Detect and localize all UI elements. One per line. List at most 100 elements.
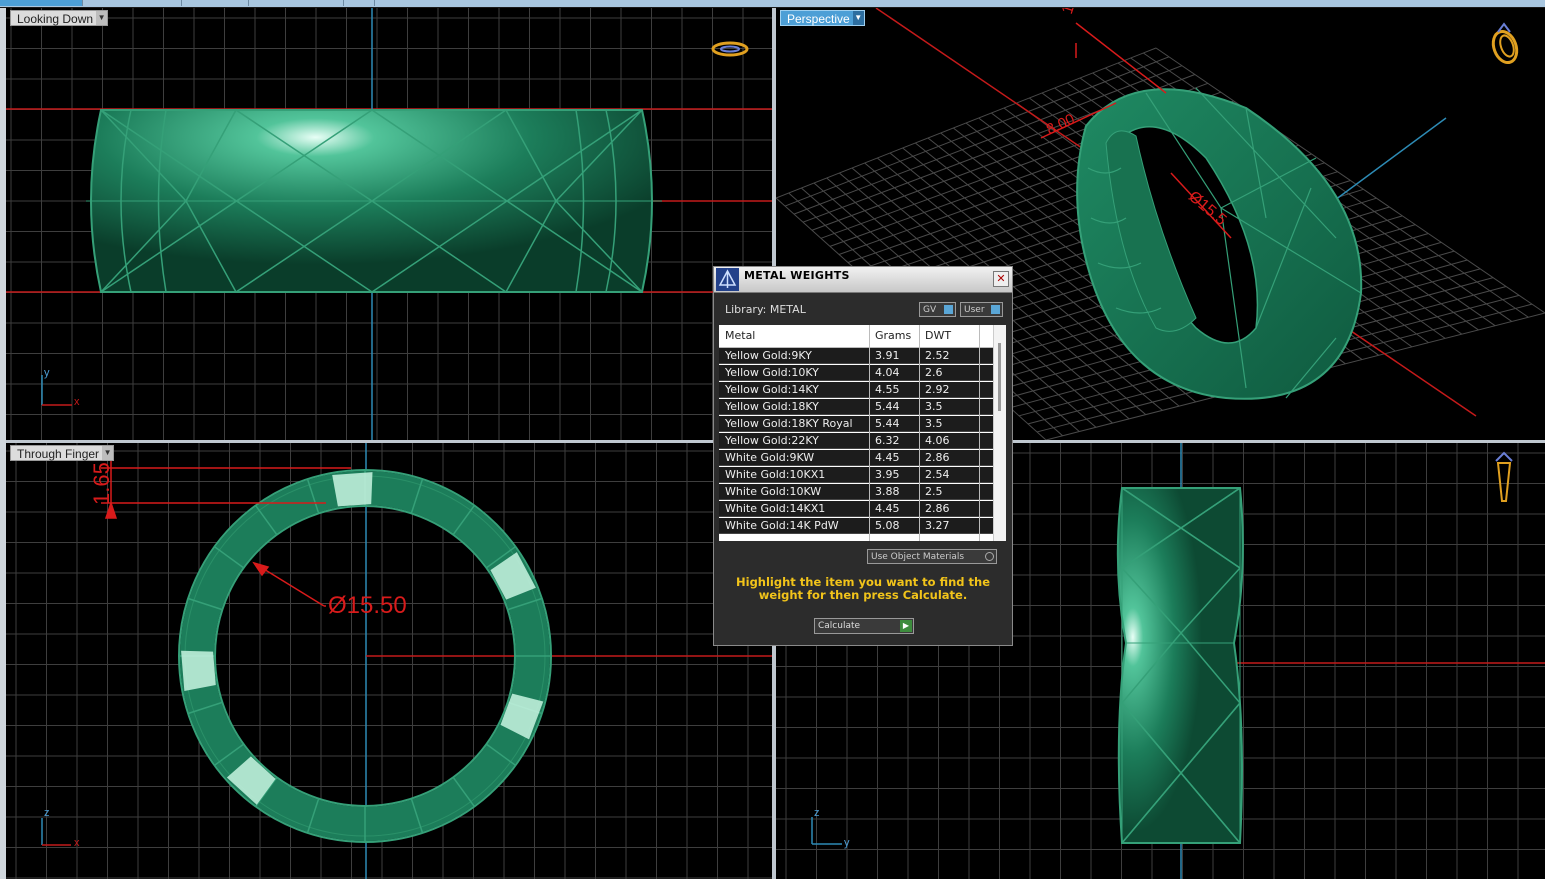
column-separator xyxy=(869,325,870,541)
gv-toggle[interactable]: GV xyxy=(919,302,956,317)
viewport-label-perspective[interactable]: Perspective ▼ xyxy=(780,10,865,26)
scale-icon xyxy=(716,268,739,291)
table-row[interactable]: White Gold:10KX1 3.95 2.54 xyxy=(719,467,993,483)
through-finger-canvas[interactable] xyxy=(6,443,772,879)
cell-metal: Yellow Gold:22KY xyxy=(725,434,819,447)
chevron-down-icon[interactable]: ▼ xyxy=(96,11,108,25)
table-row[interactable]: Yellow Gold:18KY 5.44 3.5 xyxy=(719,399,993,415)
cell-dwt: 3.27 xyxy=(925,519,950,532)
table-header: Metal Grams DWT xyxy=(719,325,993,348)
top-tab-strip xyxy=(0,0,1545,7)
cell-metal: Yellow Gold:18KY Royal xyxy=(725,417,853,430)
cell-metal: Yellow Gold:10KY xyxy=(725,366,819,379)
dialog-title-bar[interactable]: METAL WEIGHTS ✕ xyxy=(714,267,1012,293)
use-object-materials-toggle[interactable]: Use Object Materials xyxy=(867,549,997,564)
table-row[interactable]: White Gold:9KW 4.45 2.86 xyxy=(719,450,993,466)
calculate-button[interactable]: Calculate ▶ xyxy=(814,618,914,634)
table-row[interactable]: Yellow Gold:10KY 4.04 2.6 xyxy=(719,365,993,381)
metal-weights-dialog[interactable]: METAL WEIGHTS ✕ Library: METAL GV User M… xyxy=(713,266,1013,646)
tab-viewport-4[interactable] xyxy=(249,0,344,6)
tab-viewport-3[interactable] xyxy=(182,0,249,6)
cell-metal: White Gold:14KX1 xyxy=(725,502,826,515)
cell-metal: Yellow Gold:18KY xyxy=(725,400,819,413)
view-gizmo-icon[interactable] xyxy=(1495,451,1513,502)
user-toggle-label: User xyxy=(964,305,985,315)
column-separator xyxy=(979,325,980,541)
axis-label-x: x xyxy=(74,396,80,408)
tab-viewport-5[interactable] xyxy=(344,0,375,6)
table-scrollbar[interactable] xyxy=(993,325,1006,541)
ring-perspective-view[interactable] xyxy=(1076,87,1363,400)
viewport-looking-down[interactable]: y x Looking Down ▼ xyxy=(6,8,772,440)
library-label: Library: METAL xyxy=(725,303,806,316)
cell-metal: Yellow Gold:9KY xyxy=(725,349,812,362)
cell-metal: White Gold:14K PdW xyxy=(725,519,839,532)
cell-dwt: 2.86 xyxy=(925,502,950,515)
axis-label-z: z xyxy=(814,807,820,819)
cell-grams: 4.55 xyxy=(875,383,900,396)
cell-dwt: 3.5 xyxy=(925,417,943,430)
viewport-label-text: Perspective xyxy=(787,12,850,26)
view-gizmo-icon[interactable] xyxy=(1488,22,1522,66)
cell-dwt: 2.6 xyxy=(925,366,943,379)
radio-icon xyxy=(985,552,994,561)
instruction-text: Highlight the item you want to find the … xyxy=(736,575,990,602)
table-row[interactable]: White Gold:14K PdW 5.08 3.27 xyxy=(719,518,993,534)
scrollbar-thumb[interactable] xyxy=(998,343,1001,411)
metal-weights-table[interactable]: Metal Grams DWT Yellow Gold:9KY 3.91 2.52 Y… xyxy=(719,325,1006,541)
column-header-grams[interactable]: Grams xyxy=(875,329,911,342)
dimension-thickness: 1.65 xyxy=(89,462,114,505)
chevron-down-icon[interactable]: ▼ xyxy=(102,446,114,460)
close-icon[interactable]: ✕ xyxy=(993,271,1009,287)
cell-dwt: 3.5 xyxy=(925,400,943,413)
cell-metal: White Gold:9KW xyxy=(725,451,815,464)
cell-grams: 6.32 xyxy=(875,434,900,447)
cell-dwt: 2.54 xyxy=(925,468,950,481)
cell-metal: Yellow Gold:14KY xyxy=(725,383,819,396)
cell-dwt: 2.52 xyxy=(925,349,950,362)
axis-label-x: x xyxy=(74,837,80,849)
cell-dwt: 2.86 xyxy=(925,451,950,464)
table-row[interactable]: Yellow Gold:9KY 3.91 2.52 xyxy=(719,348,993,364)
table-row[interactable]: Yellow Gold:18KY Royal 5.44 3.5 xyxy=(719,416,993,432)
column-header-dwt[interactable]: DWT xyxy=(925,329,951,342)
table-row[interactable]: Yellow Gold:14KY 4.55 2.92 xyxy=(719,382,993,398)
ring-side-view[interactable] xyxy=(1116,487,1244,844)
cell-grams: 4.45 xyxy=(875,502,900,515)
cell-grams: 4.45 xyxy=(875,451,900,464)
left-edge xyxy=(0,8,6,879)
tab-viewport-1[interactable] xyxy=(0,0,83,6)
ring-top-view[interactable] xyxy=(86,109,662,293)
cell-dwt: 2.92 xyxy=(925,383,950,396)
play-arrow-icon: ▶ xyxy=(900,620,912,632)
table-row[interactable]: White Gold:10KW 3.88 2.5 xyxy=(719,484,993,500)
axis-label-y: y xyxy=(844,837,850,849)
viewport-label-text: Looking Down xyxy=(17,12,94,26)
looking-down-canvas[interactable] xyxy=(6,8,772,440)
cell-dwt: 4.06 xyxy=(925,434,950,447)
calculate-label: Calculate xyxy=(818,621,861,631)
chevron-down-icon[interactable]: ▼ xyxy=(852,11,864,25)
dialog-title: METAL WEIGHTS xyxy=(744,269,850,282)
gv-toggle-label: GV xyxy=(923,305,937,315)
axis-label-y: y xyxy=(44,367,50,379)
tab-viewport-2[interactable] xyxy=(83,0,182,6)
cell-metal: White Gold:10KX1 xyxy=(725,468,826,481)
viewport-through-finger[interactable]: 1.65 Ø15.50 z x Through Finger ▼ xyxy=(6,443,772,879)
cell-grams: 3.95 xyxy=(875,468,900,481)
axis-triad xyxy=(41,375,72,406)
cell-grams: 5.44 xyxy=(875,417,900,430)
user-toggle[interactable]: User xyxy=(960,302,1003,317)
cell-grams: 3.91 xyxy=(875,349,900,362)
viewport-label-looking-down[interactable]: Looking Down ▼ xyxy=(10,10,109,26)
use-object-materials-label: Use Object Materials xyxy=(871,552,965,562)
cell-grams: 5.08 xyxy=(875,519,900,532)
table-row[interactable]: Yellow Gold:22KY 6.32 4.06 xyxy=(719,433,993,449)
table-row[interactable]: White Gold:14KX1 4.45 2.86 xyxy=(719,501,993,517)
viewport-label-text: Through Finger xyxy=(17,447,100,461)
viewport-label-through-finger[interactable]: Through Finger ▼ xyxy=(10,445,115,461)
dimension-diameter: Ø15.50 xyxy=(328,592,407,619)
cell-metal: White Gold:10KW xyxy=(725,485,822,498)
column-separator xyxy=(919,325,920,541)
column-header-metal[interactable]: Metal xyxy=(725,329,755,342)
